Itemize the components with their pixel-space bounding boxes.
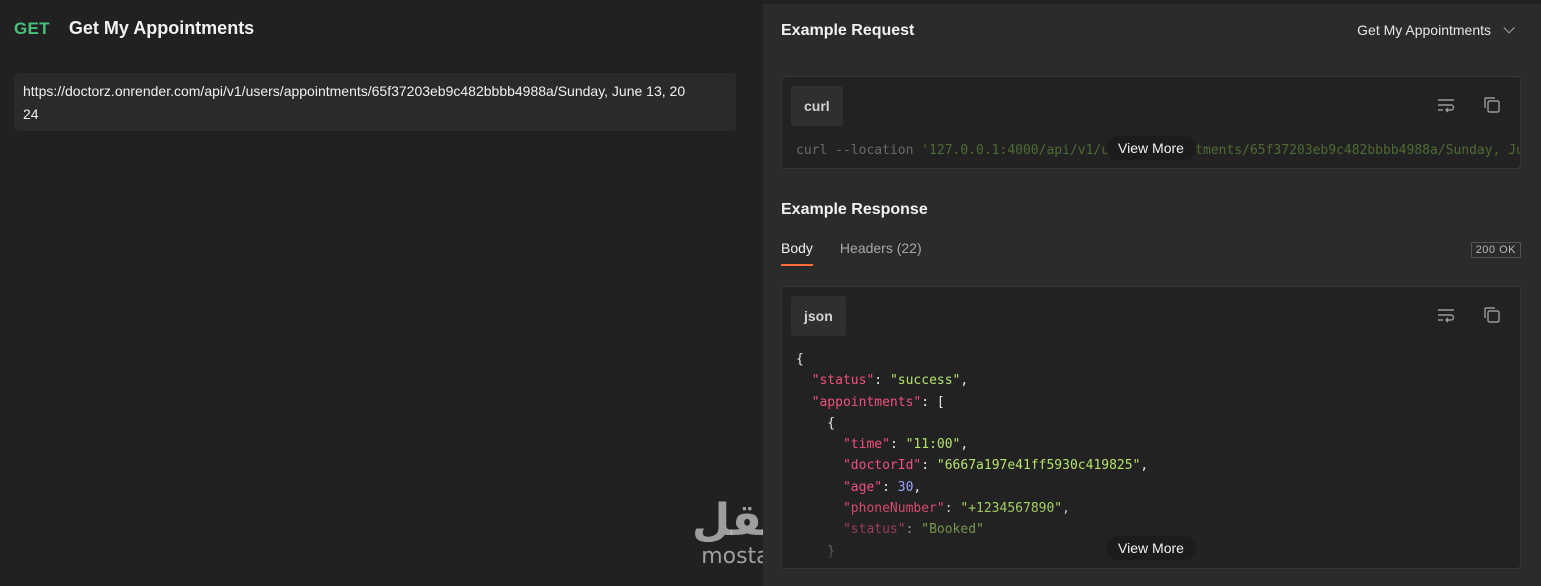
tab-body[interactable]: Body xyxy=(781,240,813,266)
response-language-chip[interactable]: json xyxy=(791,296,846,336)
json-key: "doctorId" xyxy=(842,458,922,474)
json-key: "status" xyxy=(842,522,906,538)
request-language-chip[interactable]: curl xyxy=(791,86,843,126)
examples-pane: Example Request Get My Appointments curl xyxy=(763,4,1541,586)
example-response-title: Example Response xyxy=(781,201,928,218)
response-tabs: Body Headers (22) xyxy=(781,240,922,266)
wrap-lines-icon[interactable] xyxy=(1436,305,1456,325)
request-code-actions xyxy=(1436,95,1502,115)
status-badge: 200 OK xyxy=(1470,242,1521,258)
response-code-actions xyxy=(1436,305,1502,325)
curl-command-url: '127.0.0.1:4000/api/v1/users/appointment… xyxy=(921,143,1520,158)
json-key: "time" xyxy=(842,437,890,453)
http-method-badge: GET xyxy=(14,18,50,38)
json-value: "+1234567890" xyxy=(960,501,1063,517)
request-view-more-button[interactable]: View More xyxy=(1106,136,1196,160)
copy-icon[interactable] xyxy=(1482,95,1502,115)
json-key: "age" xyxy=(842,479,883,495)
example-selector[interactable]: Get My Appointments xyxy=(1357,22,1515,38)
json-key: "phoneNumber" xyxy=(842,501,945,517)
example-request-title: Example Request xyxy=(781,22,915,39)
tab-headers[interactable]: Headers (22) xyxy=(840,240,922,266)
json-response-body: { "status": "success", "appointments": [… xyxy=(796,352,1149,559)
request-url[interactable]: https://doctorz.onrender.com/api/v1/user… xyxy=(14,73,736,131)
json-value: "6667a197e41ff5930c419825" xyxy=(936,458,1141,474)
json-key: "status" xyxy=(811,373,875,389)
example-request-code: curl curl --location '127.0.0.1:4000/api… xyxy=(781,76,1521,169)
example-selector-value: Get My Appointments xyxy=(1357,22,1491,38)
wrap-lines-icon[interactable] xyxy=(1436,95,1456,115)
curl-command-prefix: curl --location xyxy=(796,143,922,158)
json-key: "appointments" xyxy=(811,394,922,410)
request-pane: GET Get My Appointments https://doctorz.… xyxy=(0,0,854,586)
request-title: Get My Appointments xyxy=(68,18,255,38)
response-view-more-button[interactable]: View More xyxy=(1106,536,1196,560)
json-value: "11:00" xyxy=(905,437,961,453)
json-value: "Booked" xyxy=(921,522,984,538)
chevron-down-icon xyxy=(1503,22,1515,34)
example-response-code: json { "status": "success", "appointment… xyxy=(781,286,1521,569)
json-value: "success" xyxy=(889,373,961,389)
json-value: 30 xyxy=(897,479,914,495)
copy-icon[interactable] xyxy=(1482,305,1502,325)
request-header: GET Get My Appointments xyxy=(14,18,254,39)
